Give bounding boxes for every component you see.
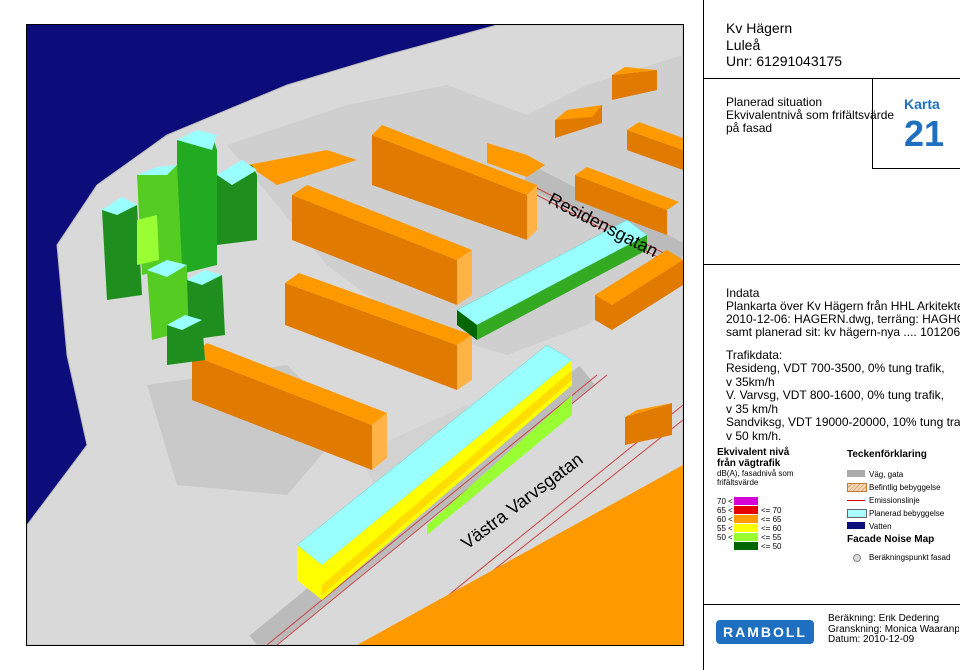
- divider: [872, 79, 873, 169]
- noise-map[interactable]: Residensgatan Västra Varvsgatan: [26, 24, 684, 646]
- key-label: Väg, gata: [869, 470, 904, 479]
- legend-lo: 50 <: [717, 533, 733, 542]
- key-row: Väg, gata: [847, 470, 960, 480]
- project-name: Kv Hägern: [726, 20, 793, 36]
- legend-swatch: [734, 506, 758, 514]
- planned-tower: [167, 315, 205, 365]
- traffic-line: V. Varvsg, VDT 800-1600, 0% tung trafik,: [726, 388, 944, 402]
- traffic-line: Resideng, VDT 700-3500, 0% tung trafik,: [726, 361, 945, 375]
- key-label: Vatten: [869, 522, 892, 531]
- traffic-title: Trafikdata:: [726, 348, 783, 362]
- ramboll-logo: RAMBOLL: [716, 620, 814, 644]
- legend-subtitle: dB(A), fasadnivå som: [717, 469, 794, 478]
- legend-hi: <= 55: [761, 533, 782, 542]
- key-legend: Teckenförklaring Väg, gata Befintlig beb…: [847, 449, 960, 569]
- map-canvas: Residensgatan Västra Varvsgatan: [27, 25, 683, 645]
- key-row: Planerad bebyggelse: [847, 509, 960, 519]
- key-swatch: [847, 483, 867, 492]
- legend-swatch: [734, 524, 758, 532]
- key-title: Teckenförklaring: [847, 449, 927, 460]
- footer-credits: Beräkning: Erik Dedering Granskning: Mon…: [828, 614, 959, 646]
- legend-lo: 70 <: [717, 497, 733, 506]
- map-ref-number: 21: [904, 113, 945, 154]
- traffic-line: Sandviksg, VDT 19000-20000, 10% tung tra…: [726, 415, 960, 429]
- key-label: Planerad bebyggelse: [869, 509, 945, 518]
- legend-swatch: [734, 542, 758, 550]
- traffic-section: Trafikdata: Resideng, VDT 700-3500, 0% t…: [726, 348, 960, 443]
- indata-section: Indata Plankarta över Kv Hägern från HHL…: [726, 287, 960, 339]
- legend-lo: 55 <: [717, 524, 733, 533]
- calc-point-icon: [853, 554, 861, 562]
- legend-title: från vägtrafik: [717, 458, 781, 469]
- legend-hi: <= 70: [761, 506, 782, 515]
- key-swatch: [847, 470, 865, 477]
- traffic-line: v 35 km/h: [726, 401, 779, 416]
- key-row: Vatten: [847, 522, 960, 532]
- key-swatch: [847, 509, 867, 518]
- divider: [872, 168, 960, 169]
- legend-lo: 65 <: [717, 506, 733, 515]
- title-block: Kv Hägern Luleå Unr: 61291043175 Planera…: [703, 0, 960, 670]
- project-number: Unr: 61291043175: [726, 53, 842, 69]
- legend-title: Ekvivalent nivå: [717, 447, 790, 458]
- key-label: Beräkningspunkt fasad: [869, 553, 951, 562]
- key-row: Befintlig bebyggelse: [847, 483, 960, 493]
- key-label: Befintlig bebyggelse: [869, 483, 941, 492]
- date: Datum: 2010-12-09: [828, 634, 915, 645]
- traffic-line: v 35km/h: [726, 374, 775, 389]
- calc-by: Beräkning: Erik Dedering: [828, 614, 940, 624]
- legend-swatch: [734, 533, 758, 541]
- legend-lo: 60 <: [717, 515, 733, 524]
- noise-legend: Ekvivalent nivå från vägtrafik dB(A), fa…: [717, 447, 837, 557]
- ramboll-logo-text: RAMBOLL: [723, 624, 807, 640]
- project-box: Kv Hägern Luleå Unr: 61291043175: [704, 0, 960, 79]
- divider: [704, 604, 960, 605]
- legend-swatch: [734, 497, 758, 505]
- situation-box: Planerad situation Ekvivalentnivå som fr…: [704, 79, 960, 265]
- map-ref-label: Karta: [904, 96, 940, 112]
- key-label: Emissionslinje: [869, 496, 920, 505]
- key-row: Beräkningspunkt fasad: [847, 553, 960, 563]
- key-swatch: [847, 500, 865, 501]
- key-swatch: [847, 522, 865, 529]
- indata-line: samt planerad sit: kv hägern-nya .... 10…: [726, 325, 960, 339]
- legend-swatch: [734, 515, 758, 523]
- key-row: Emissionslinje: [847, 496, 960, 506]
- legend-hi: <= 65: [761, 515, 782, 524]
- legend-hi: <= 50: [761, 542, 782, 551]
- project-city: Luleå: [726, 37, 761, 53]
- facade-title: Facade Noise Map: [847, 534, 935, 545]
- traffic-line: v 50 km/h.: [726, 428, 782, 443]
- legend-hi: <= 60: [761, 524, 782, 533]
- legend-subtitle: frifältsvärde: [717, 478, 759, 487]
- situation-line: på fasad: [726, 121, 773, 135]
